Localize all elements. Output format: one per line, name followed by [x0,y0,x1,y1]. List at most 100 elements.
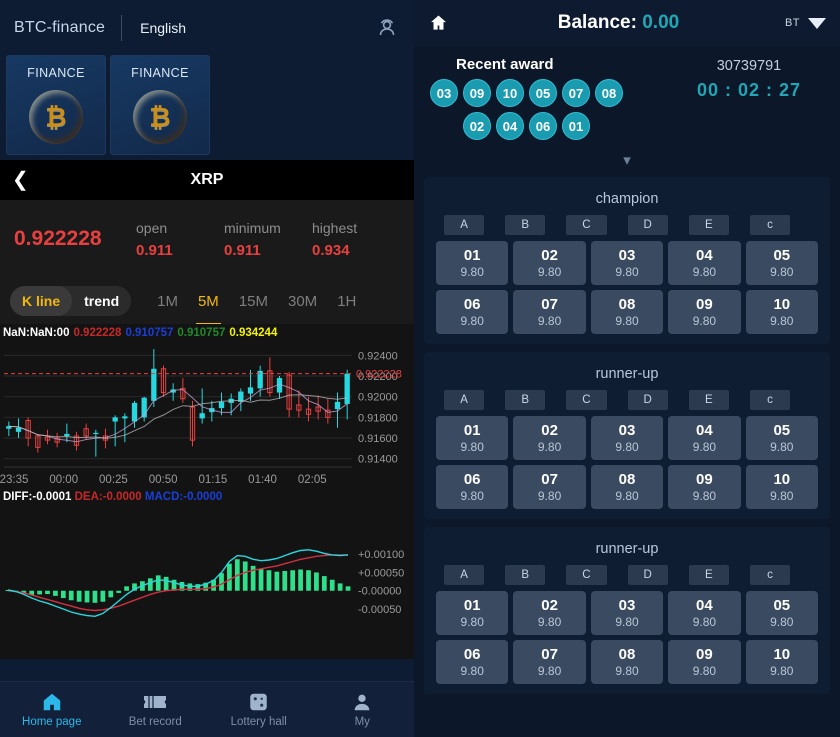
bet-cell-odds: 9.80 [461,615,484,629]
back-icon[interactable]: ❮ [12,170,29,190]
bet-cell[interactable]: 019.80 [436,416,508,460]
svg-text:00:50: 00:50 [149,474,178,486]
bet-cell[interactable]: 089.80 [591,290,663,334]
bet-tab-c[interactable]: c [750,215,790,235]
bet-cell[interactable]: 089.80 [591,465,663,509]
bet-cell[interactable]: 069.80 [436,290,508,334]
bottom-navigation: Home page Bet record Lottery hall [0,681,414,737]
last-price: 0.922228 [14,227,136,251]
person-icon [351,691,373,713]
macd-chart[interactable]: +0.00100+0.00050-0.00000-0.00050 [0,505,414,640]
bet-cell[interactable]: 019.80 [436,241,508,285]
bet-cell-number: 02 [541,247,558,264]
bet-cell[interactable]: 039.80 [591,416,663,460]
bet-cell-number: 04 [696,247,713,264]
bet-cell[interactable]: 059.80 [746,416,818,460]
nav-my[interactable]: My [311,682,415,737]
nav-home-page[interactable]: Home page [0,682,104,737]
bet-tab-a[interactable]: A [444,390,484,410]
bet-tab-c[interactable]: c [750,565,790,585]
bet-cell-odds: 9.80 [538,664,561,678]
chart-mode-trend[interactable]: trend [72,286,131,316]
bet-cell[interactable]: 109.80 [746,465,818,509]
bet-cell[interactable]: 099.80 [668,290,740,334]
bet-tab-c[interactable]: C [566,390,606,410]
nav-lottery-hall[interactable]: Lottery hall [207,682,311,737]
timeframe-1h[interactable]: 1H [327,286,366,316]
bet-cell[interactable]: 039.80 [591,591,663,635]
bitcoin-coin-icon [133,90,187,144]
expand-chevron-down-icon[interactable]: ▾ [430,145,824,171]
award-balls-row-1: 03 09 10 05 07 08 [430,79,674,107]
bet-cell[interactable]: 029.80 [513,241,585,285]
chart-area: NaN:NaN:000.9222280.9107570.9107570.9342… [0,324,414,659]
bet-cell[interactable]: 039.80 [591,241,663,285]
legend-value-4: 0.934244 [229,327,277,339]
account-icon[interactable] [374,15,400,41]
bet-tab-e[interactable]: E [689,565,729,585]
bet-tab-c[interactable]: c [750,390,790,410]
language-selector[interactable]: English [140,20,186,36]
bet-cell-number: 07 [541,471,558,488]
award-ball: 07 [562,79,590,107]
svg-text:00:00: 00:00 [49,474,78,486]
finance-card[interactable]: FINANCE [110,55,210,155]
bet-tab-a[interactable]: A [444,565,484,585]
bet-tab-d[interactable]: D [628,390,668,410]
timeframe-1m[interactable]: 1M [147,286,188,316]
candlestick-chart[interactable]: 0.924000.922000.920000.918000.916000.914… [0,339,414,489]
bet-tab-b[interactable]: B [505,215,545,235]
bet-cell[interactable]: 029.80 [513,416,585,460]
bet-tab-d[interactable]: D [628,215,668,235]
bet-cell[interactable]: 059.80 [746,241,818,285]
bet-cell[interactable]: 109.80 [746,290,818,334]
finance-card-label: FINANCE [131,66,189,80]
bet-cell-number: 10 [773,296,790,313]
bet-cell[interactable]: 029.80 [513,591,585,635]
timeframe-5m[interactable]: 5M [188,286,229,316]
timeframe-30m[interactable]: 30M [278,286,327,316]
chart-toolbar: K line trend 1M 5M 15M 30M 1H [0,278,414,324]
bet-cell[interactable]: 079.80 [513,465,585,509]
bet-number-grid: 019.80029.80039.80049.80059.80069.80079.… [432,416,822,509]
bet-cell[interactable]: 099.80 [668,640,740,684]
bet-cell[interactable]: 089.80 [591,640,663,684]
bet-cell[interactable]: 069.80 [436,465,508,509]
bet-tab-c[interactable]: C [566,565,606,585]
bet-cell[interactable]: 109.80 [746,640,818,684]
bet-cell[interactable]: 049.80 [668,591,740,635]
bet-cell-odds: 9.80 [693,265,716,279]
finance-card[interactable]: FINANCE [6,55,106,155]
bet-tab-b[interactable]: B [505,565,545,585]
home-icon [40,691,64,713]
chart-mode-kline[interactable]: K line [10,286,72,316]
right-topbar: Balance: 0.00 BT [414,0,840,46]
bet-cell[interactable]: 069.80 [436,640,508,684]
bet-cell[interactable]: 059.80 [746,591,818,635]
bet-cell-number: 01 [464,247,481,264]
quote-open: open 0.911 [136,220,224,259]
bet-cell-odds: 9.80 [770,314,793,328]
bet-cell[interactable]: 079.80 [513,290,585,334]
bet-cell-number: 06 [464,646,481,663]
bet-tab-d[interactable]: D [628,565,668,585]
nav-bet-record[interactable]: Bet record [104,682,208,737]
bet-cell[interactable]: 049.80 [668,416,740,460]
bet-tab-b[interactable]: B [505,390,545,410]
bet-cell[interactable]: 079.80 [513,640,585,684]
bet-tab-e[interactable]: E [689,215,729,235]
bet-cell[interactable]: 019.80 [436,591,508,635]
bet-tab-a[interactable]: A [444,215,484,235]
finance-card-label: FINANCE [27,66,85,80]
bet-cell[interactable]: 099.80 [668,465,740,509]
bet-tab-e[interactable]: E [689,390,729,410]
bet-cell[interactable]: 049.80 [668,241,740,285]
bet-cell-odds: 9.80 [461,265,484,279]
bet-cell-odds: 9.80 [693,489,716,503]
svg-text:01:15: 01:15 [198,474,227,486]
home-icon[interactable] [428,13,452,33]
bet-cell-number: 05 [773,422,790,439]
chevron-down-icon[interactable] [808,18,826,29]
bet-tab-c[interactable]: C [566,215,606,235]
timeframe-15m[interactable]: 15M [229,286,278,316]
